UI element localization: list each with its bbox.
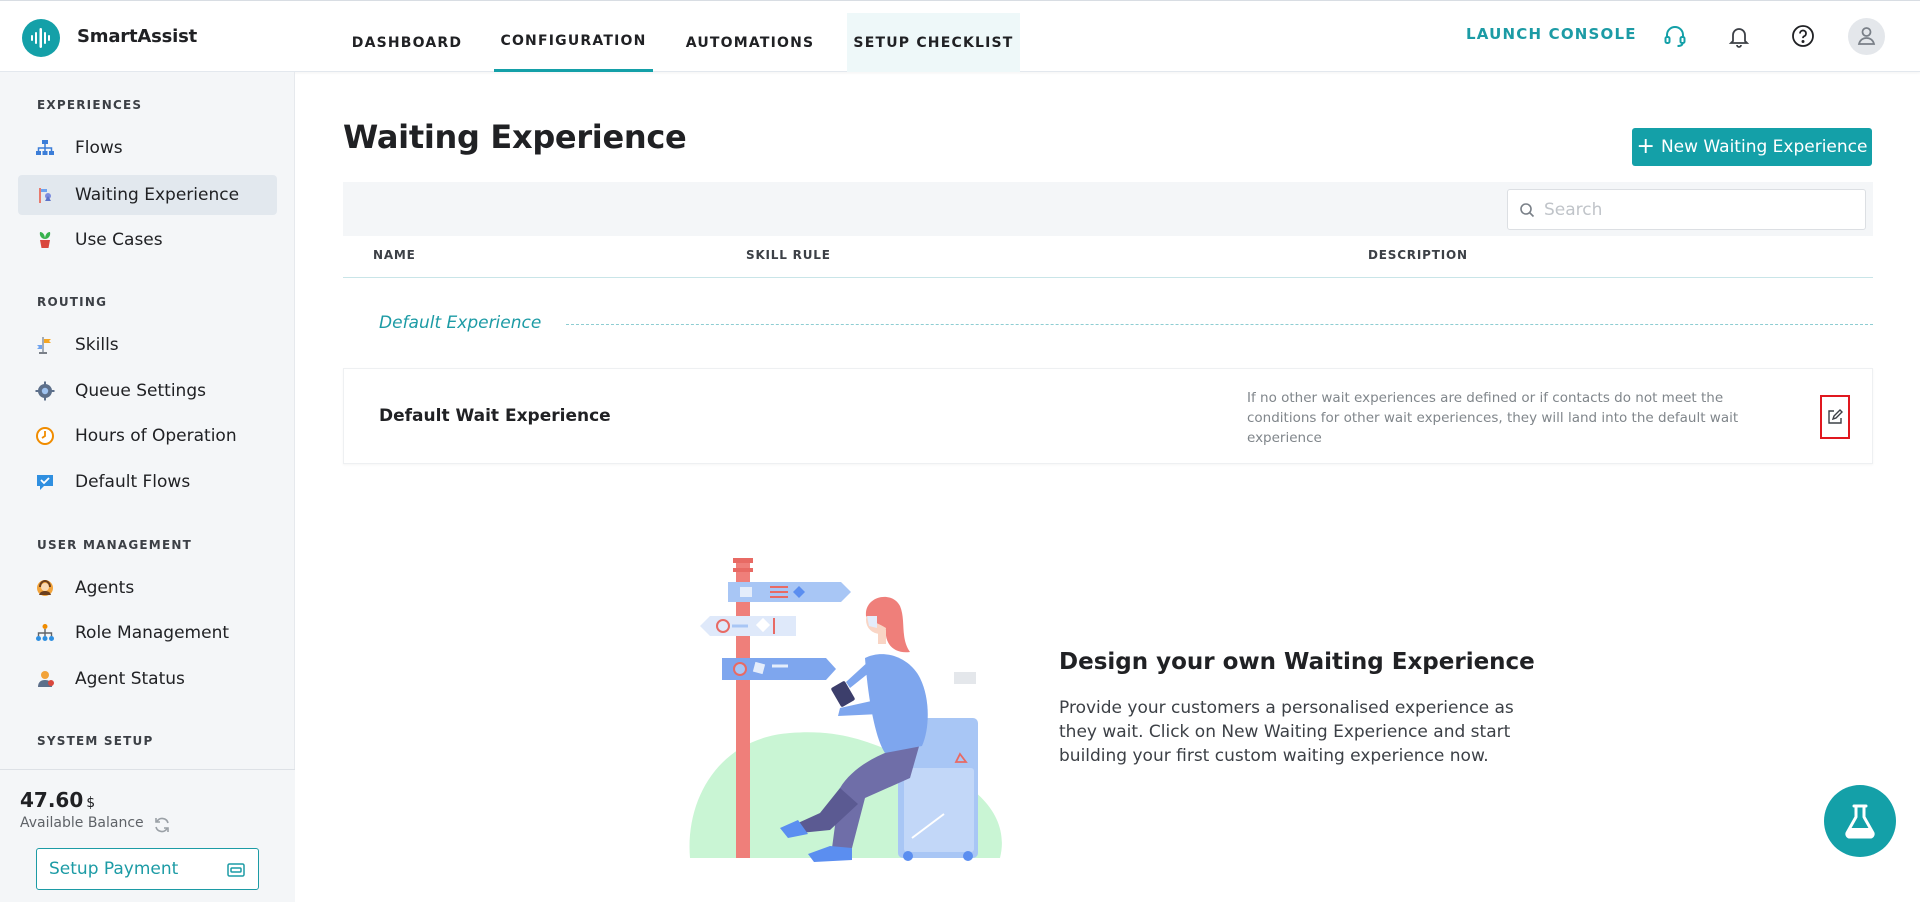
sidebar-section-routing: ROUTING [37, 295, 108, 309]
top-navigation-bar: SmartAssist DASHBOARD CONFIGURATION AUTO… [0, 0, 1920, 72]
flows-icon [34, 137, 56, 159]
edit-button[interactable] [1820, 395, 1850, 439]
sidebar-section-experiences: EXPERIENCES [37, 98, 143, 112]
default-flows-icon [34, 471, 56, 493]
sidebar-item-label: Use Cases [75, 230, 163, 250]
sidebar-item-label: Agents [75, 578, 135, 598]
empty-state-text: Provide your customers a personalised ex… [1059, 698, 1514, 766]
empty-state-title: Design your own Waiting Experience [1059, 649, 1535, 675]
sidebar-item-agents[interactable]: Agents [18, 568, 277, 608]
group-label-default-experience: Default Experience [379, 313, 542, 333]
sidebar-item-label: Hours of Operation [75, 426, 237, 446]
waiting-experience-icon [34, 184, 56, 206]
search-input[interactable] [1544, 198, 1854, 222]
refresh-icon[interactable] [153, 816, 171, 838]
brand-name: SmartAssist [77, 26, 197, 47]
flask-icon [1845, 804, 1875, 839]
setup-payment-label: Setup Payment [49, 859, 179, 879]
sidebar-item-skills[interactable]: Skills [18, 325, 277, 365]
tab-configuration[interactable]: CONFIGURATION [494, 13, 653, 72]
sidebar-item-agent-status[interactable]: Agent Status [18, 659, 277, 699]
sidebar-item-label: Role Management [75, 623, 230, 643]
row-name: Default Wait Experience [379, 406, 611, 426]
group-divider [566, 324, 1873, 325]
row-description: If no other wait experiences are defined… [1247, 390, 1739, 446]
sidebar-item-label: Agent Status [75, 669, 185, 689]
plus-icon: + [1636, 134, 1655, 159]
sidebar-item-label: Flows [75, 138, 123, 158]
clock-icon [34, 425, 56, 447]
column-header-skill-rule[interactable]: SKILL RULE [746, 248, 831, 262]
agent-status-icon [34, 668, 56, 690]
sidebar-item-label: Default Flows [75, 472, 191, 492]
new-waiting-experience-button[interactable]: + New Waiting Experience [1632, 128, 1872, 166]
agents-icon [34, 577, 56, 599]
lab-flask-button[interactable] [1824, 785, 1896, 857]
headset-icon[interactable] [1662, 23, 1688, 49]
balance-label: Available Balance [20, 815, 144, 831]
smartassist-logo-icon[interactable] [22, 19, 60, 57]
balance-currency: $ [86, 795, 96, 811]
sidebar-section-user-management: USER MANAGEMENT [37, 538, 192, 552]
table-header-divider [343, 277, 1873, 278]
user-avatar-icon[interactable] [1848, 18, 1885, 55]
sidebar-item-label: Waiting Experience [75, 185, 240, 205]
sidebar-item-label: Queue Settings [75, 381, 206, 401]
sidebar-section-system-setup: SYSTEM SETUP [37, 734, 154, 748]
sidebar-item-default-flows[interactable]: Default Flows [18, 462, 277, 502]
search-box[interactable] [1507, 189, 1866, 230]
page-title: Waiting Experience [343, 118, 687, 156]
tab-dashboard[interactable]: DASHBOARD [352, 13, 461, 72]
credit-card-icon [227, 862, 245, 881]
help-icon[interactable] [1790, 23, 1816, 49]
sidebar-item-hours-of-operation[interactable]: Hours of Operation [18, 416, 277, 456]
launch-console-link[interactable]: LAUNCH CONSOLE [1466, 25, 1637, 43]
tab-setup-checklist[interactable]: SETUP CHECKLIST [847, 13, 1020, 72]
setup-payment-button[interactable]: Setup Payment [36, 848, 259, 890]
sidebar-item-role-management[interactable]: Role Management [18, 613, 277, 653]
sidebar-item-use-cases[interactable]: Use Cases [18, 220, 277, 260]
use-cases-icon [34, 229, 56, 251]
role-management-icon [34, 622, 56, 644]
sidebar-item-flows[interactable]: Flows [18, 128, 277, 168]
queue-settings-icon [34, 380, 56, 402]
skills-icon [34, 334, 56, 356]
balance-value: 47.60 $ [20, 788, 96, 812]
search-icon [1520, 203, 1535, 218]
new-button-label: New Waiting Experience [1660, 137, 1868, 157]
bell-icon[interactable] [1726, 23, 1752, 49]
sidebar-item-waiting-experience[interactable]: Waiting Experience [18, 175, 277, 215]
tab-automations[interactable]: AUTOMATIONS [686, 13, 813, 72]
column-header-name[interactable]: NAME [373, 248, 416, 262]
column-header-description[interactable]: DESCRIPTION [1368, 248, 1468, 262]
sidebar-item-label: Skills [75, 335, 119, 355]
empty-state-illustration [680, 548, 1020, 872]
sidebar-item-queue-settings[interactable]: Queue Settings [18, 371, 277, 411]
edit-icon [1828, 409, 1843, 424]
